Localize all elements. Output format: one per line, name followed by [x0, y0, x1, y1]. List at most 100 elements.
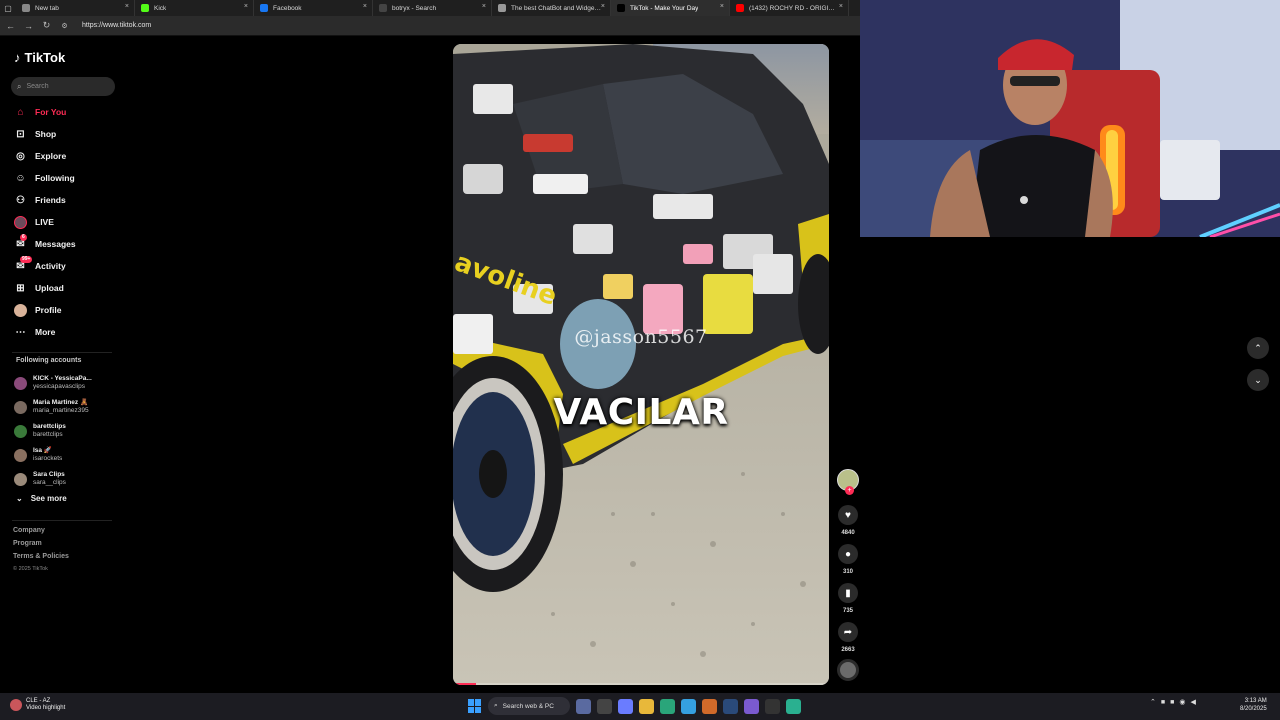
browser-tab[interactable]: The best ChatBot and Widgets fo ×: [492, 0, 611, 16]
following-account[interactable]: barettclips barettclips: [14, 419, 119, 443]
sidebar-item-more[interactable]: ⋯ More: [14, 321, 124, 343]
sidebar-item-label: More: [35, 327, 56, 337]
video-progress-bar[interactable]: [453, 683, 829, 685]
taskbar-search[interactable]: ⌕ Search web & PC: [488, 697, 570, 715]
sidebar-item-friends[interactable]: ⚇ Friends: [14, 189, 124, 211]
music-disc-avatar[interactable]: [837, 659, 859, 681]
sidebar-item-upload[interactable]: ⊞ Upload: [14, 277, 124, 299]
footer-link-terms[interactable]: Terms & Policies: [13, 552, 69, 561]
sidebar-item-activity[interactable]: ✉ 99+ Activity: [14, 255, 124, 277]
task-view-icon[interactable]: [597, 698, 612, 714]
close-icon[interactable]: ×: [839, 3, 843, 10]
sidebar-item-messages[interactable]: ✉ 6 Messages: [14, 233, 124, 255]
tab-favicon-icon: [141, 4, 149, 12]
windows-start-icon[interactable]: [468, 699, 482, 713]
webcam-image: [860, 0, 1280, 237]
share-icon[interactable]: ➦: [838, 622, 858, 642]
tab-favicon-icon: [260, 4, 268, 12]
bookmark-icon[interactable]: ▮: [838, 583, 858, 603]
browser-tab[interactable]: Facebook ×: [254, 0, 373, 16]
sidebar-item-for-you[interactable]: ⌂ For You: [14, 101, 124, 123]
tiktok-logo[interactable]: ♪ TikTok: [14, 50, 65, 65]
terminal-icon[interactable]: [765, 698, 780, 714]
sidebar-item-label: Friends: [35, 195, 66, 205]
creator-avatar[interactable]: +: [837, 469, 859, 495]
back-icon[interactable]: ←: [6, 21, 15, 31]
edge-icon[interactable]: [660, 698, 675, 714]
reload-icon[interactable]: ↻: [42, 20, 51, 31]
search-bar[interactable]: ⌕: [11, 77, 115, 96]
sidebar-divider: [12, 520, 112, 521]
notification-badge: 6: [20, 233, 27, 241]
close-icon[interactable]: ×: [482, 3, 486, 10]
app-icon[interactable]: [618, 698, 633, 714]
home-icon: ⌂: [17, 106, 24, 118]
search-input[interactable]: [26, 83, 107, 90]
close-icon[interactable]: ×: [125, 3, 129, 10]
close-icon[interactable]: ×: [363, 3, 367, 10]
browser-tab[interactable]: New tab ×: [16, 0, 135, 16]
app-icon[interactable]: [786, 698, 801, 714]
close-icon[interactable]: ×: [244, 3, 248, 10]
footer-links: Company Program Terms & Policies © 2025 …: [13, 526, 69, 574]
taskbar-search-label: Search web & PC: [502, 702, 554, 710]
footer-link-company[interactable]: Company: [13, 526, 69, 535]
sidebar-item-live[interactable]: LIVE: [14, 211, 124, 233]
account-handle: sara__clips: [33, 479, 66, 486]
discord-icon[interactable]: [744, 698, 759, 714]
messages-icon: ✉ 6: [16, 233, 27, 250]
windows-taskbar: CLE - AZ Video highlight ⌕ Search web & …: [0, 693, 1280, 720]
browser-tab[interactable]: TikTok - Make Your Day ×: [611, 0, 730, 16]
heart-icon[interactable]: ♥: [838, 505, 858, 525]
video-player[interactable]: avoline @jasson5567 VACILAR: [453, 44, 829, 685]
sidebar-nav: ⌂ For You ⊡ Shop ◎ Explore ☺ Following ⚇ Friends L…: [14, 101, 124, 343]
copilot-icon[interactable]: [576, 698, 591, 714]
tray-app-icon[interactable]: ■: [1161, 699, 1165, 706]
following-accounts-title: Following accounts: [16, 357, 82, 364]
previous-video-button[interactable]: ⌃: [1247, 337, 1269, 359]
network-icon[interactable]: ◉: [1179, 698, 1185, 706]
chevron-up-icon[interactable]: ⌃: [1150, 698, 1156, 706]
close-icon[interactable]: ×: [601, 3, 605, 10]
account-handle: barettclips: [33, 431, 63, 438]
volume-icon[interactable]: ◀: [1190, 698, 1195, 706]
sidebar-item-explore[interactable]: ◎ Explore: [14, 145, 124, 167]
sidebar-item-label: LIVE: [35, 217, 54, 227]
following-account[interactable]: Sara Clips sara__clips: [14, 467, 119, 491]
following-account[interactable]: Isa 🚀 isarockets: [14, 443, 119, 467]
tab-label: Kick: [154, 4, 167, 12]
file-explorer-icon[interactable]: [639, 698, 654, 714]
site-info-icon[interactable]: ⚙: [60, 22, 69, 30]
following-account[interactable]: Maria Martinez 🧸 maria_martinez395: [14, 395, 119, 419]
browser-tab[interactable]: botryx - Search ×: [373, 0, 492, 16]
tab-favicon-icon: [736, 4, 744, 12]
tab-actions-icon[interactable]: ▢: [0, 0, 16, 16]
app-icon[interactable]: [702, 698, 717, 714]
sidebar-item-label: Profile: [35, 305, 62, 315]
activity-icon: ✉ 99+: [16, 255, 33, 272]
browser-tab[interactable]: (1432) ROCHY RD - ORIGINAL | V×: [730, 0, 849, 16]
forward-icon[interactable]: →: [24, 21, 33, 31]
clock[interactable]: 3:13 AM 8/20/2025: [1240, 697, 1267, 713]
url-field[interactable]: https://www.tiktok.com: [82, 22, 151, 29]
close-icon[interactable]: ×: [720, 3, 724, 10]
next-video-button[interactable]: ⌄: [1247, 369, 1269, 391]
see-more-button[interactable]: ⌄ See more: [16, 494, 67, 503]
browser-tab[interactable]: Kick ×: [135, 0, 254, 16]
chevron-up-icon: ⌃: [1254, 342, 1262, 353]
sidebar-item-following[interactable]: ☺ Following: [14, 167, 124, 189]
live-icon: [14, 215, 27, 229]
comment-icon[interactable]: ●: [838, 544, 858, 564]
streamer-webcam: [860, 0, 1280, 237]
steam-icon[interactable]: [723, 698, 738, 714]
upload-icon: ⊞: [16, 282, 25, 294]
shop-icon: ⊡: [16, 128, 25, 140]
footer-link-program[interactable]: Program: [13, 539, 69, 548]
weather-widget[interactable]: CLE - AZ Video highlight: [10, 698, 65, 712]
following-account[interactable]: KICK - YessicaPa... yessicapavasclips: [14, 371, 119, 395]
follow-plus-icon[interactable]: +: [845, 486, 854, 495]
tray-app-icon[interactable]: ■: [1170, 699, 1174, 706]
sidebar-item-shop[interactable]: ⊡ Shop: [14, 123, 124, 145]
sidebar-item-profile[interactable]: Profile: [14, 299, 124, 321]
store-icon[interactable]: [681, 698, 696, 714]
